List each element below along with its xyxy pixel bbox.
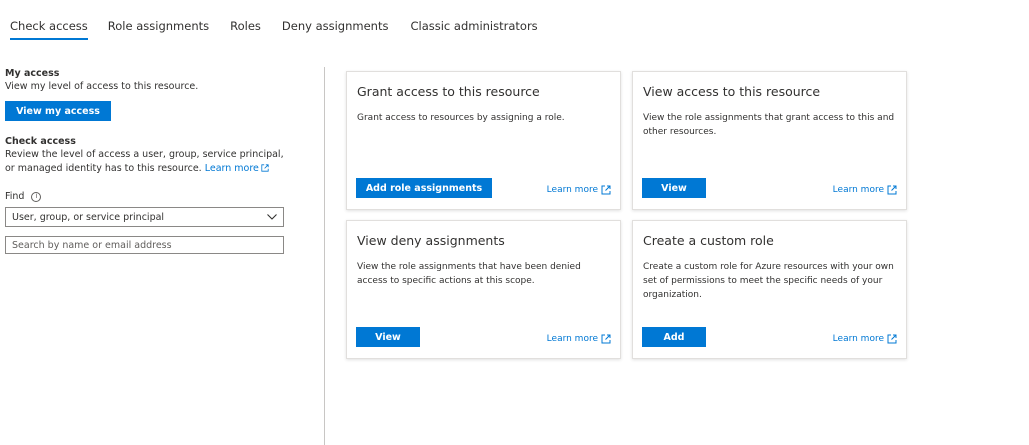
view-my-access-button[interactable]: View my access (5, 101, 111, 121)
tab-roles[interactable]: Roles (230, 0, 261, 42)
learn-more-link[interactable]: Learn more (547, 334, 611, 344)
card-description: View the role assignments that have been… (357, 262, 581, 286)
card-description: View the role assignments that grant acc… (643, 113, 895, 137)
external-link-icon (601, 185, 611, 195)
search-placeholder: Search by name or email address (12, 239, 172, 251)
check-access-learn-more-link[interactable]: Learn more (205, 163, 269, 174)
view-access-button[interactable]: View (642, 178, 706, 198)
learn-more-label: Learn more (832, 185, 884, 195)
card-description: Create a custom role for Azure resources… (643, 262, 894, 300)
external-link-icon (601, 334, 611, 344)
learn-more-label: Learn more (546, 334, 598, 344)
learn-more-link[interactable]: Learn more (833, 334, 897, 344)
principal-type-dropdown[interactable]: User, group, or service principal (5, 207, 284, 227)
find-row: Find i (5, 191, 290, 202)
info-icon[interactable]: i (31, 191, 42, 202)
card-create-custom-role: Create a custom role Create a custom rol… (632, 220, 907, 359)
learn-more-label: Learn more (546, 185, 598, 195)
access-control-page: Check access Role assignments Roles Deny… (0, 0, 1029, 445)
card-description: Grant access to resources by assigning a… (357, 113, 565, 123)
search-input[interactable]: Search by name or email address (5, 236, 284, 254)
tab-deny-assignments[interactable]: Deny assignments (282, 0, 389, 42)
tab-classic-administrators[interactable]: Classic administrators (410, 0, 537, 42)
learn-more-label: Learn more (832, 334, 884, 344)
tab-role-assignments[interactable]: Role assignments (108, 0, 209, 42)
dropdown-value: User, group, or service principal (12, 211, 165, 223)
card-view-deny-assignments: View deny assignments View the role assi… (346, 220, 621, 359)
chevron-down-icon (267, 214, 277, 220)
check-access-description: Review the level of access a user, group… (5, 148, 290, 176)
my-access-title: My access (5, 68, 60, 79)
learn-more-link[interactable]: Learn more (833, 185, 897, 195)
my-access-description: View my level of access to this resource… (5, 81, 199, 92)
card-view-access: View access to this resource View the ro… (632, 71, 907, 210)
tab-check-access[interactable]: Check access (10, 0, 88, 42)
card-grant-access: Grant access to this resource Grant acce… (346, 71, 621, 210)
view-deny-assignments-button[interactable]: View (356, 327, 420, 347)
card-title: View deny assignments (357, 233, 505, 248)
my-access-section: My access View my level of access to thi… (5, 67, 290, 121)
card-title: Grant access to this resource (357, 84, 540, 99)
learn-more-link[interactable]: Learn more (547, 185, 611, 195)
tab-bar: Check access Role assignments Roles Deny… (10, 0, 538, 42)
find-label: Find (5, 191, 25, 202)
left-pane: My access View my level of access to thi… (5, 67, 290, 254)
check-access-section: Check access Review the level of access … (5, 135, 290, 254)
check-access-learn-more-label: Learn more (204, 163, 259, 174)
card-title: Create a custom role (643, 233, 774, 248)
external-link-icon (887, 334, 897, 344)
add-custom-role-button[interactable]: Add (642, 327, 706, 347)
check-access-title: Check access (5, 136, 76, 147)
card-title: View access to this resource (643, 84, 821, 99)
external-link-icon (887, 185, 897, 195)
pane-divider (324, 67, 325, 445)
external-link-icon (261, 164, 269, 172)
add-role-assignments-button[interactable]: Add role assignments (356, 178, 492, 198)
